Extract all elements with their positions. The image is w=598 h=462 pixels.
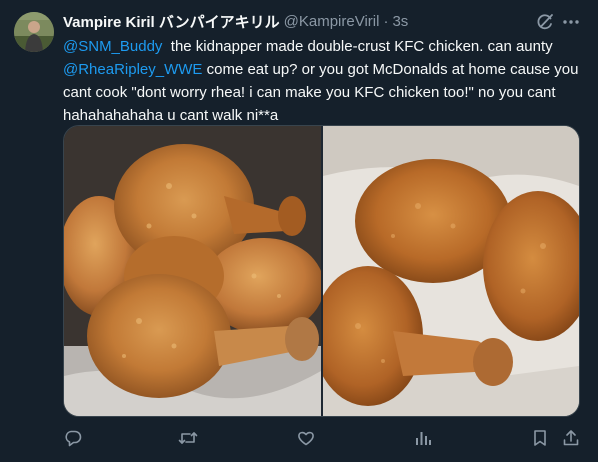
separator-dot: ·	[383, 12, 389, 30]
retweet-icon[interactable]	[178, 428, 198, 448]
grok-icon[interactable]	[535, 12, 555, 32]
mention-link[interactable]: @RheaRipley_WWE	[63, 61, 202, 78]
timestamp[interactable]: 3s	[392, 13, 408, 30]
tweet[interactable]: Vampire Kiril バンパイアキリル @KampireViril · 3…	[0, 0, 598, 462]
like-icon[interactable]	[296, 428, 316, 448]
action-bar	[63, 428, 585, 452]
media-grid	[63, 125, 580, 417]
mention-link[interactable]: @SNM_Buddy	[63, 38, 162, 55]
bookmark-icon[interactable]	[530, 428, 550, 448]
photo-left[interactable]	[64, 126, 321, 416]
display-name[interactable]: Vampire Kiril バンパイアキリル	[63, 11, 280, 32]
share-icon[interactable]	[561, 428, 581, 448]
photo-right[interactable]	[323, 126, 579, 416]
views-icon[interactable]	[413, 428, 433, 448]
reply-icon[interactable]	[63, 428, 83, 448]
avatar[interactable]	[14, 12, 54, 52]
tweet-header: Vampire Kiril バンパイアキリル @KampireViril · 3…	[63, 11, 408, 31]
tweet-text: @SNM_Buddy the kidnapper made double-cru…	[63, 35, 585, 127]
more-icon[interactable]	[561, 12, 581, 32]
tweet-text-segment: the kidnapper made double-crust KFC chic…	[162, 38, 557, 55]
handle[interactable]: @KampireViril	[284, 13, 380, 30]
